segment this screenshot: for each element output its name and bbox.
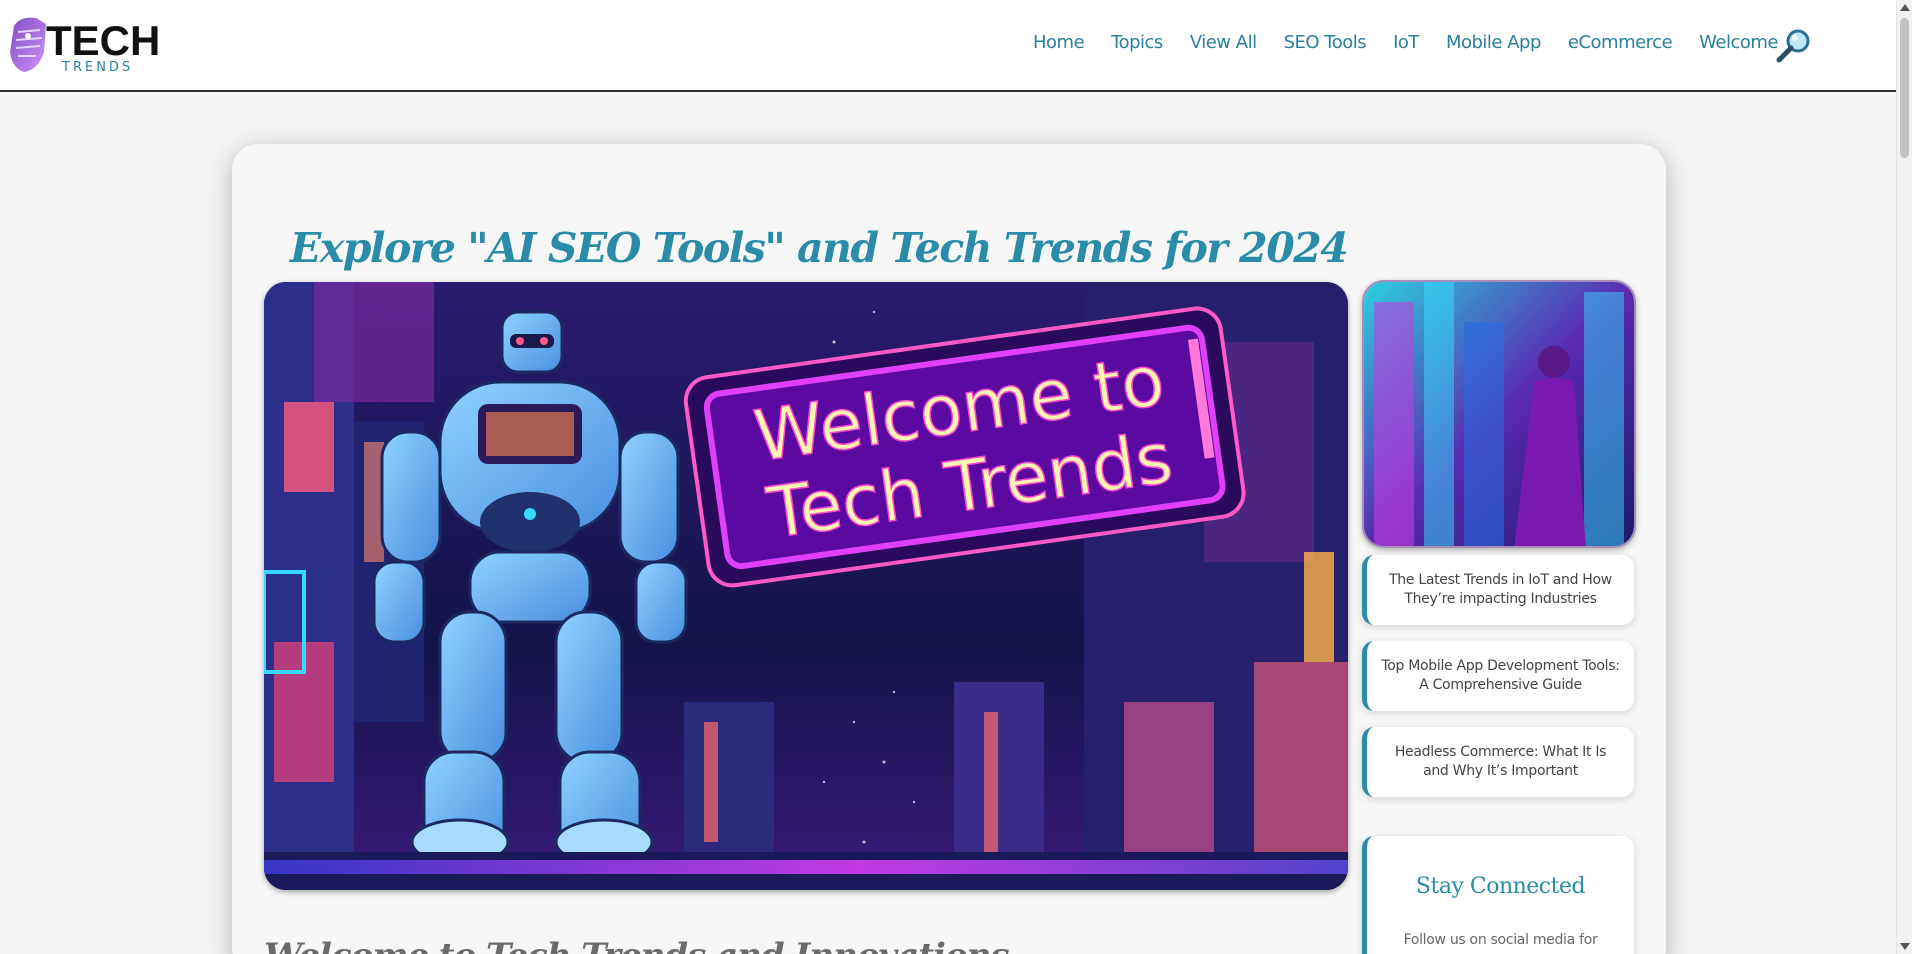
page-scrollbar[interactable] [1896,0,1912,954]
stay-connected-text: Follow us on social media for [1403,932,1598,948]
sidebar-article-headless-commerce[interactable]: Headless Commerce: What It Is and Why It… [1362,727,1634,797]
scroll-up-arrow-icon[interactable] [1900,4,1910,11]
hero-image: Welcome to Tech Trends [264,282,1348,890]
nav-view-all[interactable]: View All [1190,32,1257,53]
page-title: Explore "AI SEO Tools" and Tech Trends f… [290,224,1349,272]
nav-iot[interactable]: IoT [1393,32,1419,53]
main-nav: Home Topics View All SEO Tools IoT Mobil… [1006,32,1778,53]
site-header: TECH TRENDS Home Topics View All SEO Too… [0,0,1896,92]
scroll-down-arrow-icon[interactable] [1900,943,1910,950]
sidebar-article-mobile-tools[interactable]: Top Mobile App Development Tools: A Comp… [1362,641,1634,711]
nav-mobile-app[interactable]: Mobile App [1446,32,1541,53]
nav-home[interactable]: Home [1033,32,1085,53]
stay-connected-title: Stay Connected [1415,874,1586,899]
sidebar-feature-image[interactable] [1362,280,1636,548]
sidebar-article-iot[interactable]: The Latest Trends in IoT and How They’re… [1362,555,1634,625]
search-icon[interactable] [1774,28,1814,64]
nav-topics[interactable]: Topics [1111,32,1163,53]
site-logo[interactable]: TECH TRENDS [6,10,160,80]
scroll-thumb[interactable] [1900,18,1909,158]
nav-ecommerce[interactable]: eCommerce [1568,32,1673,53]
nav-welcome[interactable]: Welcome [1699,32,1778,53]
logo-subtext: TRENDS [62,60,134,75]
hero-illustration: Welcome to Tech Trends [264,282,1348,890]
sidebar-illustration [1364,282,1634,546]
logo-text: TECH [46,17,161,64]
section-heading: Welcome to Tech Trends and Innovations [264,936,1009,954]
stay-connected-panel: Stay Connected Follow us on social media… [1362,836,1634,954]
nav-seo-tools[interactable]: SEO Tools [1284,32,1367,53]
